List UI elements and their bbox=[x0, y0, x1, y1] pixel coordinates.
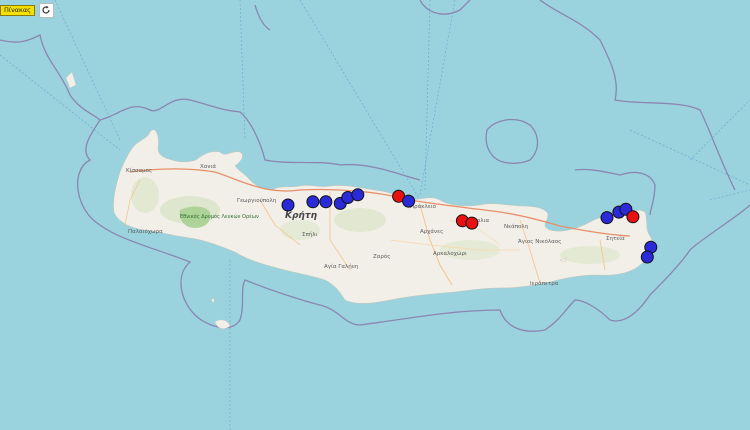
map-canvas[interactable]: Κρήτη Χανιά Κίσσαμος Παλαιόχωρα Γεωργιού… bbox=[0, 0, 750, 430]
red-marker[interactable] bbox=[465, 216, 479, 230]
blue-marker[interactable] bbox=[351, 188, 365, 202]
blue-marker[interactable] bbox=[319, 195, 333, 209]
blue-marker[interactable] bbox=[640, 250, 654, 264]
label-island: Κρήτη bbox=[285, 211, 318, 221]
blue-marker[interactable] bbox=[306, 195, 320, 209]
label-sitia: Σητεία bbox=[606, 235, 625, 242]
blue-marker[interactable] bbox=[600, 211, 614, 225]
label-chania: Χανιά bbox=[200, 163, 216, 170]
refresh-icon bbox=[42, 5, 51, 14]
label-park: Εθνικός Δρυμός Λευκών Ορέων bbox=[180, 213, 259, 220]
label-archanes: Αρχάνες bbox=[420, 228, 443, 235]
label-paleochora: Παλαιόχωρα bbox=[128, 228, 163, 235]
label-spili: Σπήλι bbox=[302, 231, 318, 238]
label-georgioupoli: Γεωργιούπολη bbox=[237, 197, 277, 204]
blue-marker[interactable] bbox=[281, 198, 295, 212]
label-arkalochori: Αρκαλοχώρι bbox=[433, 250, 467, 257]
label-neapoli: Νεάπολη bbox=[504, 223, 529, 230]
label-kissamos: Κίσσαμος bbox=[126, 167, 152, 174]
map-toolbar: Πίνακας bbox=[0, 2, 54, 18]
label-agia-galini: Αγία Γαλήνη bbox=[324, 263, 359, 270]
table-button[interactable]: Πίνακας bbox=[0, 4, 35, 16]
red-marker[interactable] bbox=[626, 210, 640, 224]
refresh-button[interactable] bbox=[38, 2, 54, 18]
label-agios-nikolaos: Άγιος Νικόλαος bbox=[518, 238, 561, 245]
label-ierapetra: Ιεράπετρα bbox=[530, 280, 559, 287]
blue-marker[interactable] bbox=[402, 194, 416, 208]
label-zaros: Ζαρός bbox=[373, 253, 390, 260]
